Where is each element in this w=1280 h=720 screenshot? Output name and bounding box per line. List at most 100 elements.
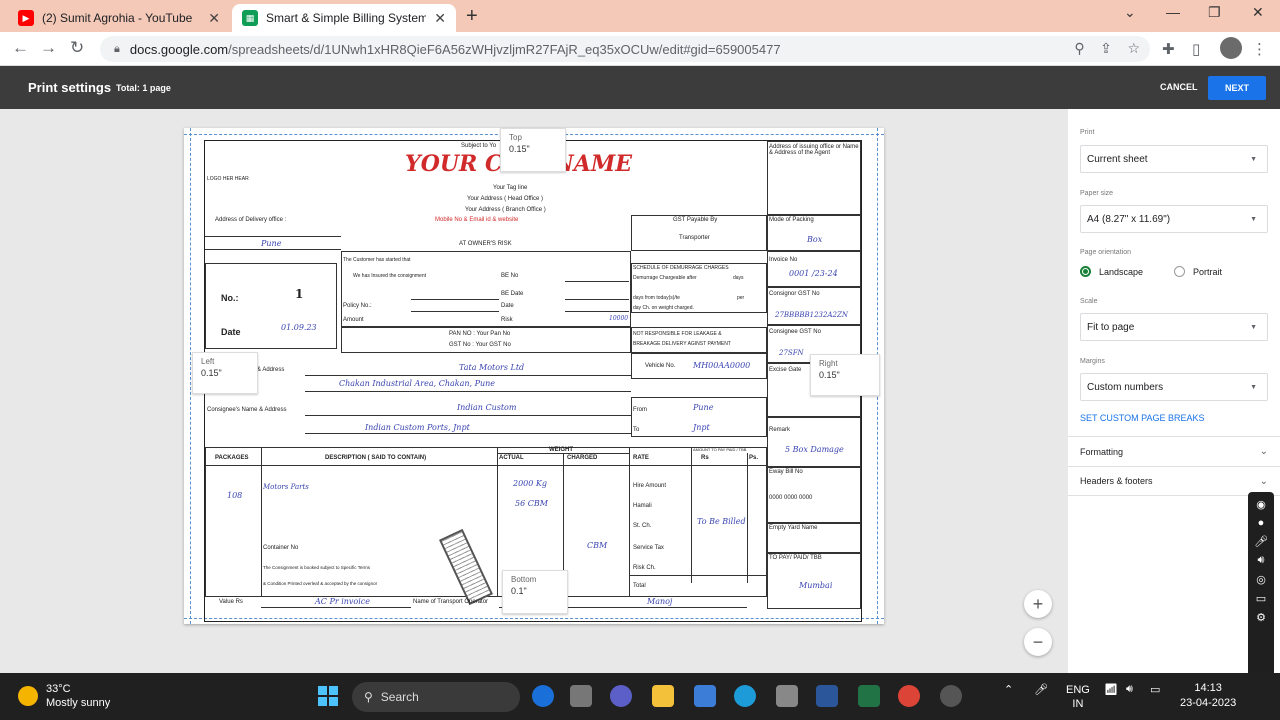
reload-icon[interactable]: ↻ <box>70 38 84 58</box>
right-margin-value[interactable]: 0.15" <box>819 370 871 380</box>
menu-icon[interactable]: ⋮ <box>1252 40 1267 58</box>
issuing-office-label: Address of issuing office or Name & Addr… <box>769 144 859 156</box>
headers-footers-label: Headers & footers <box>1080 476 1153 486</box>
paper-size-select[interactable]: A4 (8.27" x 11.69") ▼ <box>1080 205 1268 233</box>
contact-line: Mobile No & Email id & website <box>435 217 519 223</box>
close-tab-icon[interactable]: ✕ <box>208 10 220 27</box>
left-margin-guide[interactable] <box>190 128 191 624</box>
charged-header: CHARGED <box>567 455 598 461</box>
wifi-icon[interactable]: 📶︎ <box>1104 683 1118 696</box>
windows-start-icon[interactable] <box>318 686 338 706</box>
microphone-icon[interactable]: 🎤︎ <box>1248 535 1274 548</box>
from-value: Pune <box>693 403 714 412</box>
taskbar-search-label: Search <box>380 690 419 704</box>
zoom-out-button[interactable]: − <box>1024 628 1052 656</box>
share-icon[interactable]: ⇪ <box>1100 40 1112 56</box>
minimize-icon[interactable]: — <box>1166 4 1180 20</box>
speaker-icon[interactable]: 🔊︎ <box>1248 554 1274 567</box>
url-field[interactable]: 🔒︎ docs.google.com/spreadsheets/d/1UNwh1… <box>100 36 1150 62</box>
cancel-button[interactable]: CANCEL <box>1160 82 1198 92</box>
dropdown-arrow-icon: ▼ <box>1250 383 1257 391</box>
print-select[interactable]: Current sheet ▼ <box>1080 145 1268 173</box>
store-icon[interactable] <box>694 685 716 707</box>
weather-temperature[interactable]: 33°C <box>46 683 71 695</box>
weather-sun-icon[interactable] <box>18 686 38 706</box>
top-margin-box[interactable]: Top 0.15" <box>500 128 566 172</box>
tab-search-icon[interactable]: ⌄ <box>1124 4 1136 21</box>
description-value: Motors Parts <box>263 483 309 491</box>
print-settings-title: Print settings <box>28 80 112 95</box>
zoom-in-button[interactable]: + <box>1024 590 1052 618</box>
top-margin-value[interactable]: 0.15" <box>509 144 557 154</box>
total-label: Total <box>633 583 646 589</box>
tray-chevron-icon[interactable]: ⌃ <box>1004 683 1013 696</box>
profile-avatar[interactable] <box>1220 37 1242 59</box>
settings-icon[interactable]: ⚙ <box>1248 611 1274 624</box>
headers-footers-section[interactable]: Headers & footers ⌄ <box>1068 466 1280 496</box>
address-bar: ← → ↻ 🔒︎ docs.google.com/spreadsheets/d/… <box>0 32 1280 66</box>
volume-icon[interactable]: 🔊︎ <box>1126 683 1133 696</box>
side-panel-icon[interactable]: ▯ <box>1192 40 1200 58</box>
window-icon[interactable]: ▭ <box>1248 592 1274 605</box>
bottom-margin-value[interactable]: 0.1" <box>511 586 559 596</box>
formatting-section[interactable]: Formatting ⌄ <box>1068 436 1280 466</box>
forward-icon[interactable]: → <box>40 38 57 58</box>
bottom-margin-box[interactable]: Bottom 0.1" <box>502 570 568 614</box>
chevron-down-icon: ⌄ <box>1259 475 1268 487</box>
language-indicator[interactable]: ENG IN <box>1066 683 1090 711</box>
maximize-icon[interactable]: ❐ <box>1208 4 1221 21</box>
value-rs-label: Value Rs <box>219 599 243 605</box>
to-value: Jnpt <box>693 423 710 432</box>
close-tab-icon[interactable]: ✕ <box>434 10 446 27</box>
edge-icon[interactable] <box>734 685 756 707</box>
left-margin-value[interactable]: 0.15" <box>201 368 249 378</box>
custom-page-breaks-link[interactable]: SET CUSTOM PAGE BREAKS <box>1080 413 1205 423</box>
to-pay-label: TO PAY/ PAID/ TBB <box>769 555 822 561</box>
packages-header: PACKAGES <box>215 455 249 461</box>
print-settings-header: Print settings Total: 1 page CANCEL <box>0 66 1280 109</box>
zoom-icon[interactable]: ⚲ <box>1074 40 1084 56</box>
margins-select[interactable]: Custom numbers ▼ <box>1080 373 1268 401</box>
consignee-label: Consignee's Name & Address <box>207 407 287 413</box>
risk-value: 10000 <box>609 315 629 322</box>
back-icon[interactable]: ← <box>12 38 29 58</box>
taskbar-search[interactable]: ⚲ Search <box>352 682 520 712</box>
battery-icon[interactable]: ▭ <box>1150 683 1160 696</box>
printer-app-icon[interactable] <box>776 685 798 707</box>
tagline: Your Tag line <box>493 185 528 191</box>
teams-icon[interactable] <box>610 685 632 707</box>
next-button[interactable]: NEXT <box>1208 76 1266 100</box>
print-preview: Subject to Yo YOUR COM NAME LOGO HER HEA… <box>0 109 1068 673</box>
record-icon[interactable]: ● <box>1248 517 1274 529</box>
right-margin-box[interactable]: Right 0.15" <box>810 354 880 396</box>
radio-selected-icon <box>1080 266 1091 277</box>
bing-icon[interactable] <box>532 685 554 707</box>
new-tab-button[interactable]: + <box>466 5 478 28</box>
rs-header: Rs <box>701 455 709 461</box>
portrait-radio[interactable]: Portrait <box>1174 266 1222 277</box>
weather-description[interactable]: Mostly sunny <box>46 697 110 709</box>
close-window-icon[interactable]: ✕ <box>1252 4 1264 21</box>
chrome-profile-icon[interactable] <box>940 685 962 707</box>
scale-select[interactable]: Fit to page ▼ <box>1080 313 1268 341</box>
webcam-icon[interactable]: ◎ <box>1248 573 1274 586</box>
mic-tray-icon[interactable]: 🎤︎ <box>1034 683 1048 696</box>
delivery-city: Pune <box>261 239 282 248</box>
file-explorer-icon[interactable] <box>652 685 674 707</box>
preview-page: Subject to Yo YOUR COM NAME LOGO HER HEA… <box>184 128 884 624</box>
task-view-icon[interactable] <box>570 685 592 707</box>
left-margin-box[interactable]: Left 0.15" <box>192 352 258 394</box>
camera-icon[interactable]: ◉ <box>1248 498 1274 511</box>
demurrage-line-2: days from today(s)/te <box>633 295 680 301</box>
bookmark-star-icon[interactable]: ☆ <box>1127 40 1140 56</box>
tab-youtube[interactable]: ▶ (2) Sumit Agrohia - YouTube ✕ <box>8 4 230 32</box>
word-icon[interactable] <box>816 685 838 707</box>
excel-icon[interactable] <box>858 685 880 707</box>
chrome-icon[interactable] <box>898 685 920 707</box>
landscape-radio[interactable]: Landscape <box>1080 266 1143 277</box>
extensions-icon[interactable]: ✚ <box>1162 40 1175 58</box>
tab-billing-system[interactable]: ▦ Smart & Simple Billing System - ✕ <box>232 4 456 32</box>
no-label: No.: <box>221 293 239 303</box>
system-clock[interactable]: 14:13 23-04-2023 <box>1180 681 1236 711</box>
packages-value: 108 <box>227 491 243 500</box>
